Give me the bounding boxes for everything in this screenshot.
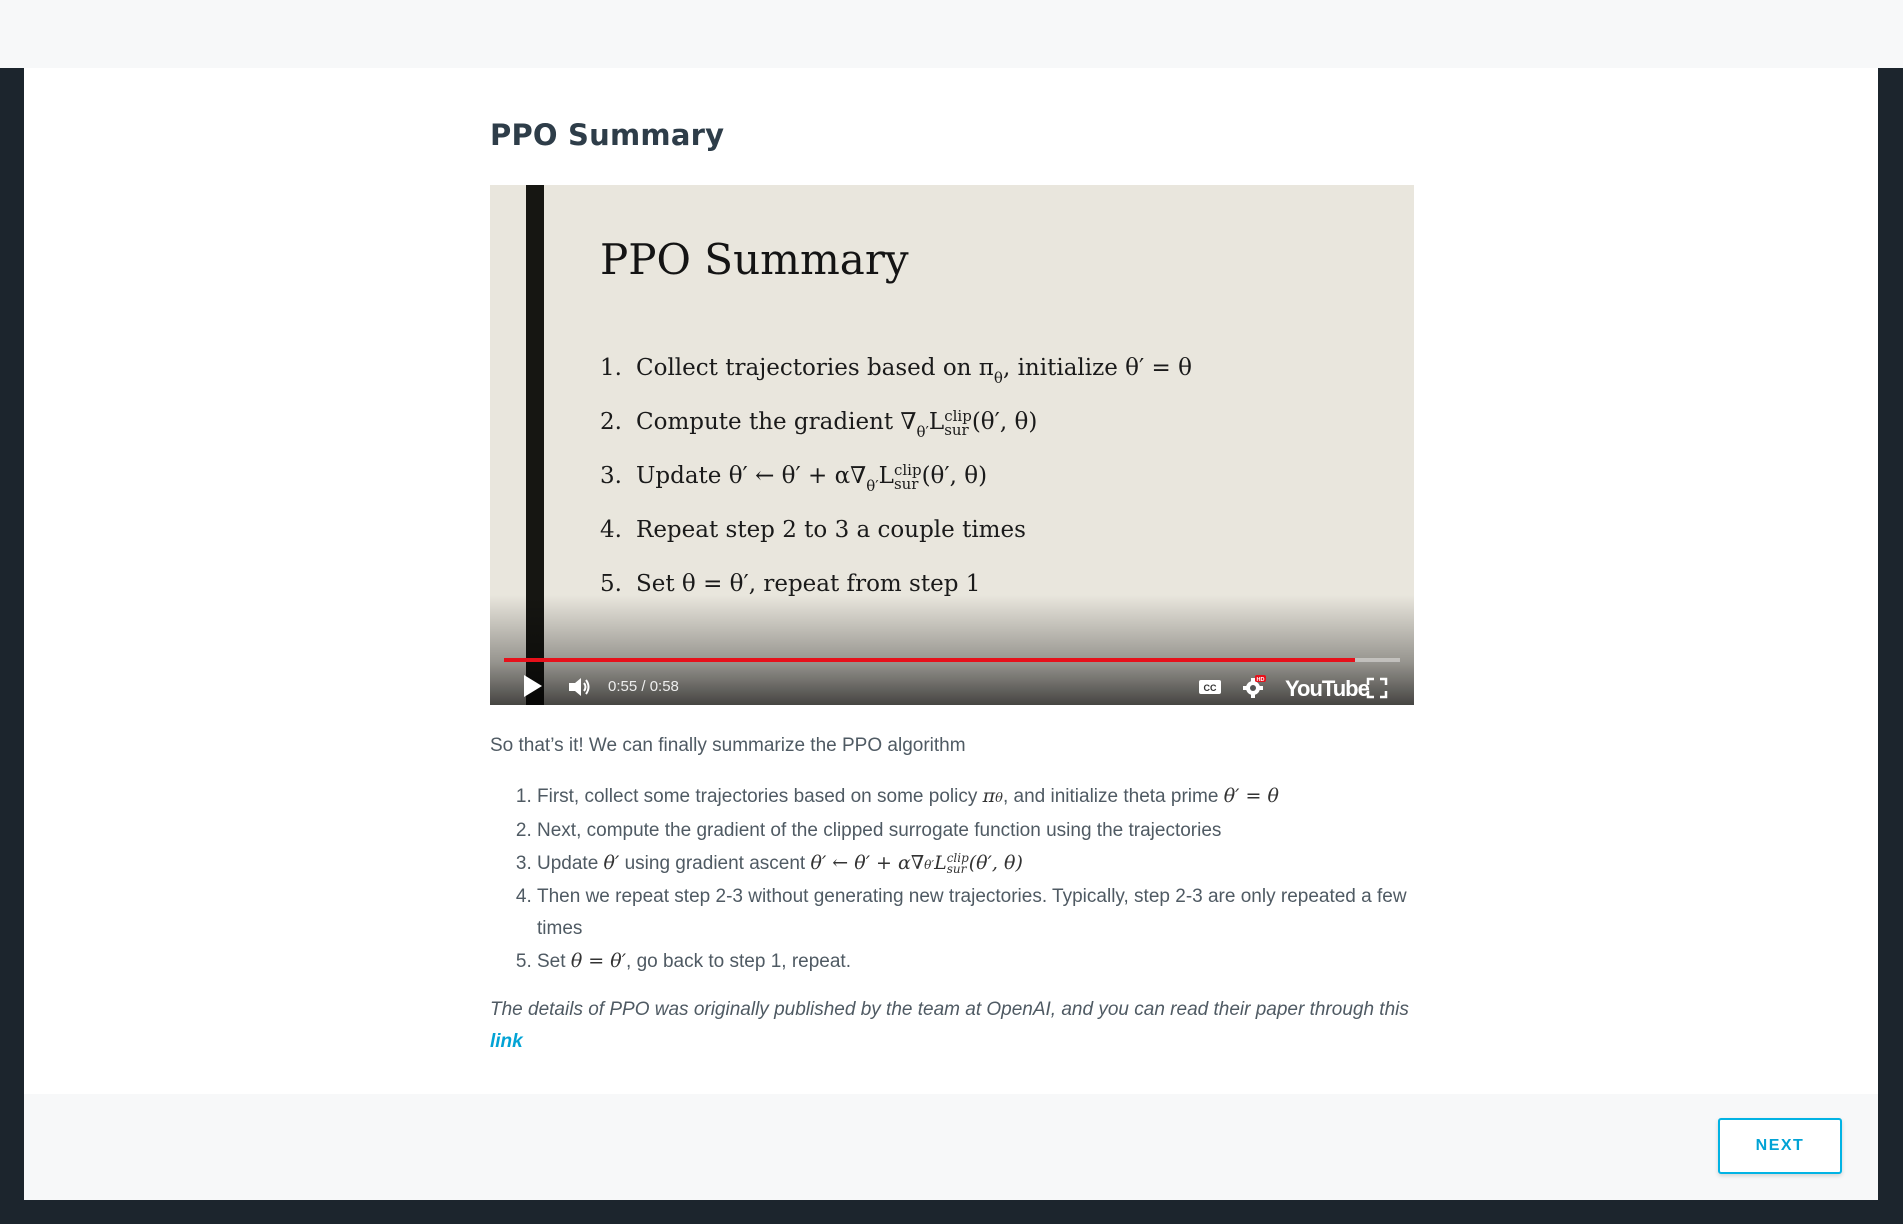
video-progress-bar[interactable]: [504, 658, 1400, 662]
page-title: PPO Summary: [490, 118, 725, 152]
video-player[interactable]: PPO Summary 1. Collect trajectories based…: [490, 185, 1414, 705]
hd-badge: HD: [1257, 677, 1265, 683]
slide-item: 2. Compute the gradient ∇θ′Lclip sur (θ′, θ…: [600, 407, 1038, 442]
slide-list: 1. Collect trajectories based on πθ, init…: [600, 355, 1192, 625]
progress-fill: [504, 658, 1356, 662]
paper-note: The details of PPO was originally publis…: [490, 999, 1409, 1052]
lesson-footer: [24, 1094, 1878, 1200]
list-item: Set θ = θ′, go back to step 1, repeat.: [537, 945, 1418, 978]
lesson-text: So that’s it! We can finally summarize t…: [490, 730, 1418, 1058]
list-item: Update θ′ using gradient ascent θ′ ← θ′ …: [537, 847, 1418, 881]
top-header-strip: [0, 0, 1903, 68]
paper-link[interactable]: link: [490, 1031, 523, 1052]
lesson-content: PPO Summary PPO Summary 1. Collect trajec…: [490, 118, 1418, 1052]
video-time-display: 0:55 / 0:58: [608, 678, 679, 695]
lesson-page: PPO Summary PPO Summary 1. Collect trajec…: [24, 68, 1878, 1200]
steps-list: First, collect some trajectories based o…: [490, 780, 1418, 978]
list-item: First, collect some trajectories based o…: [537, 780, 1418, 815]
slide-title: PPO Summary: [600, 235, 909, 284]
youtube-logo[interactable]: YouTube: [1285, 676, 1370, 702]
fullscreen-icon[interactable]: [1366, 677, 1388, 699]
slide-item: 4. Repeat step 2 to 3 a couple times: [600, 517, 1026, 543]
play-icon[interactable]: [520, 673, 544, 699]
svg-text:CC: CC: [1204, 683, 1217, 693]
settings-gear-icon[interactable]: HD: [1242, 675, 1266, 699]
closed-captions-icon[interactable]: CC: [1198, 679, 1222, 695]
list-item: Next, compute the gradient of the clippe…: [537, 815, 1418, 847]
next-button[interactable]: NEXT: [1718, 1118, 1842, 1174]
intro-paragraph: So that’s it! We can finally summarize t…: [490, 735, 966, 756]
slide-item: 3. Update θ′ ← θ′ + α∇θ′Lclip sur (θ′, θ): [600, 461, 988, 496]
list-item: Then we repeat step 2-3 without generati…: [537, 881, 1418, 945]
slide-item: 1. Collect trajectories based on πθ, init…: [600, 355, 1192, 387]
volume-icon[interactable]: [567, 675, 593, 699]
